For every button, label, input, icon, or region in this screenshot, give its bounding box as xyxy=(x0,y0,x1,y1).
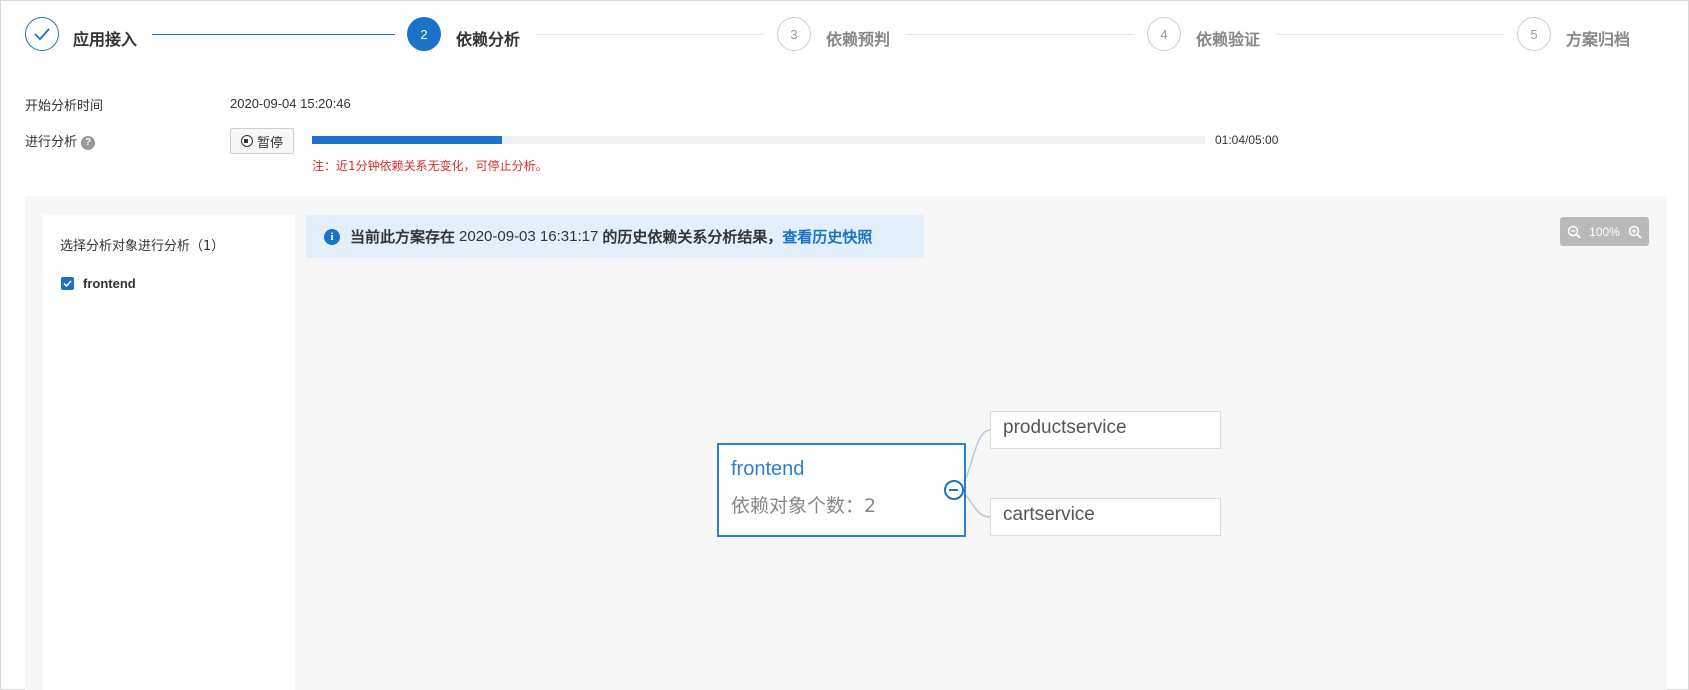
graph-root-node[interactable]: frontend 依赖对象个数：2 xyxy=(717,443,966,537)
root-node-count: 依赖对象个数：2 xyxy=(731,495,877,517)
collapse-minus-icon[interactable] xyxy=(944,480,964,500)
graph-edges xyxy=(953,429,991,518)
root-node-name: frontend xyxy=(731,458,805,480)
graph-child-node[interactable]: cartservice xyxy=(990,498,1221,536)
graph-child-node[interactable]: productservice xyxy=(990,411,1221,449)
